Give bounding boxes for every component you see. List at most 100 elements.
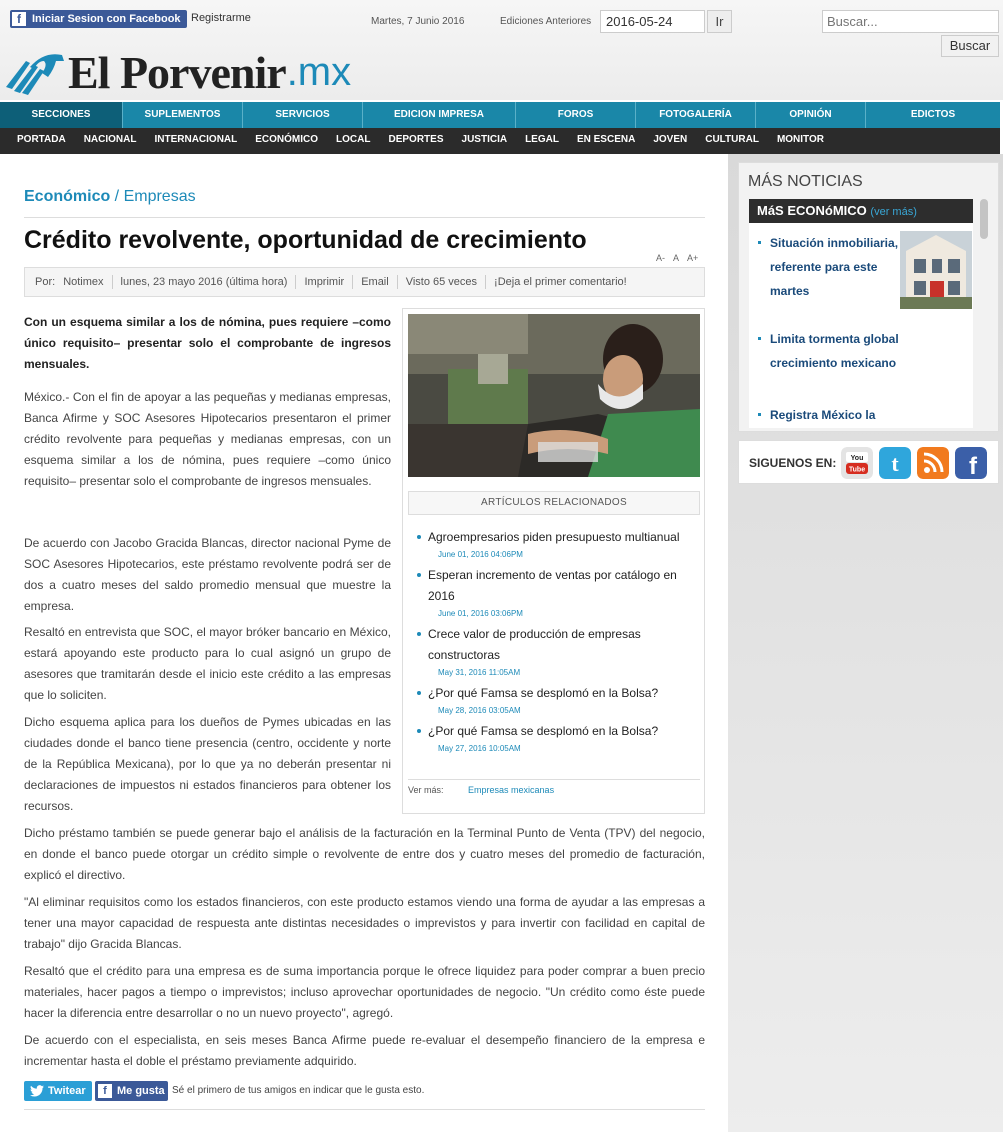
news-title[interactable]: Situación inmobiliaria, referente para e… — [758, 231, 903, 303]
nav-cultural[interactable]: CULTURAL — [696, 128, 768, 154]
nav-opinion[interactable]: OPINIÓN — [756, 102, 866, 128]
more-news-title: MÁS NOTICIAS — [748, 173, 863, 190]
news-title[interactable]: Registra México la — [758, 403, 903, 427]
font-reset-button[interactable]: A — [673, 253, 679, 263]
follow-label: SIGUENOS EN: — [749, 456, 837, 470]
news-title[interactable]: Limita tormenta global crecimiento mexic… — [758, 327, 903, 375]
edition-date-input[interactable] — [600, 10, 705, 33]
breadcrumb-subsection[interactable]: Empresas — [124, 188, 196, 205]
twitter-icon[interactable]: t — [879, 447, 911, 479]
font-size-tools: A- A A+ — [656, 253, 698, 263]
nav-foros[interactable]: FOROS — [516, 102, 636, 128]
scrollbar-thumb[interactable] — [980, 199, 988, 239]
author-name: Notimex — [63, 276, 104, 288]
facebook-icon: f — [98, 1084, 112, 1098]
nav-edictos[interactable]: EDICTOS — [866, 102, 1000, 128]
site-logo[interactable]: El Porvenir .mx — [4, 46, 351, 98]
bullet — [758, 337, 761, 340]
related-article-item[interactable]: Esperan incremento de ventas por catálog… — [413, 565, 698, 618]
see-more-link[interactable]: Empresas mexicanas — [468, 785, 554, 795]
related-article-title[interactable]: Crece valor de producción de empresas co… — [428, 624, 698, 666]
news-item[interactable]: Limita tormenta global crecimiento mexic… — [758, 327, 903, 375]
follow-us-widget: SIGUENOS EN: You Tube t f — [738, 440, 999, 484]
breadcrumb-section[interactable]: Económico — [24, 188, 110, 205]
related-article-date: June 01, 2016 03:06PM — [438, 609, 523, 618]
font-increase-button[interactable]: A+ — [687, 253, 698, 263]
youtube-icon[interactable]: You Tube — [841, 447, 873, 479]
article-paragraph: Dicho préstamo también se puede generar … — [24, 826, 705, 882]
related-article-item[interactable]: Agroempresarios piden presupuesto multia… — [413, 527, 698, 559]
article-photo[interactable] — [408, 314, 700, 477]
print-link[interactable]: Imprimir — [304, 276, 344, 288]
nav-economico[interactable]: ECONÓMICO — [246, 128, 327, 154]
facebook-like-button[interactable]: f Me gusta — [95, 1081, 168, 1101]
email-link[interactable]: Email — [361, 276, 389, 288]
breadcrumb: Económico / Empresas — [24, 188, 196, 206]
site-header: f Iniciar Sesion con Facebook Registrarm… — [0, 0, 1003, 100]
nav-deportes[interactable]: DEPORTES — [380, 128, 453, 154]
nav-fotogaleria[interactable]: FOTOGALERÍA — [636, 102, 756, 128]
divider — [24, 217, 705, 218]
divider — [24, 1109, 705, 1110]
article-lead: Con un esquema similar a los de nómina, … — [24, 315, 391, 371]
news-item[interactable]: Situación inmobiliaria, referente para e… — [758, 231, 903, 303]
tweet-button[interactable]: Twitear — [24, 1081, 92, 1101]
related-article-item[interactable]: ¿Por qué Famsa se desplomó en la Bolsa? … — [413, 683, 698, 715]
related-article-date: June 01, 2016 04:06PM — [438, 550, 523, 559]
view-count: Visto 65 veces — [405, 276, 478, 288]
nav-en-escena[interactable]: EN ESCENA — [568, 128, 644, 154]
news-thumbnail[interactable] — [900, 231, 972, 309]
article-paragraph: Resaltó que el crédito para una empresa … — [24, 964, 705, 1020]
comment-link[interactable]: ¡Deja el primer comentario! — [494, 276, 627, 288]
nav-edicion-impresa[interactable]: EDICION IMPRESA — [363, 102, 516, 128]
search-button[interactable]: Buscar — [941, 35, 999, 57]
related-articles-box: ARTÍCULOS RELACIONADOS Agroempresarios p… — [402, 308, 705, 814]
go-button[interactable]: Ir — [707, 10, 732, 33]
nav-secciones[interactable]: SECCIONES — [0, 102, 123, 128]
nav-nacional[interactable]: NACIONAL — [75, 128, 146, 154]
article-paragraph: De acuerdo con Jacobo Gracida Blancas, d… — [24, 536, 391, 613]
section-header: MáS ECONóMICO (ver más) — [749, 199, 973, 223]
article-meta-bar: Por: Notimex lunes, 23 mayo 2016 (última… — [24, 267, 705, 297]
related-article-title[interactable]: ¿Por qué Famsa se desplomó en la Bolsa? — [428, 721, 698, 742]
divider — [295, 275, 297, 289]
related-articles-list: Agroempresarios piden presupuesto multia… — [413, 527, 698, 759]
like-label: Me gusta — [117, 1085, 165, 1097]
related-article-item[interactable]: Crece valor de producción de empresas co… — [413, 624, 698, 677]
like-social-text: Sé el primero de tus amigos en indicar q… — [172, 1085, 425, 1096]
svg-text:Tube: Tube — [849, 467, 865, 474]
nav-legal[interactable]: LEGAL — [516, 128, 568, 154]
bullet — [758, 241, 761, 244]
news-item[interactable]: Registra México la — [758, 403, 903, 427]
author-label: Por: — [35, 276, 56, 288]
related-article-title[interactable]: ¿Por qué Famsa se desplomó en la Bolsa? — [428, 683, 698, 704]
logo-name: El Porvenir — [68, 46, 287, 98]
search-input[interactable] — [822, 10, 999, 33]
divider — [396, 275, 398, 289]
nav-local[interactable]: LOCAL — [327, 128, 379, 154]
nav-portada[interactable]: PORTADA — [8, 128, 75, 154]
rss-icon[interactable] — [917, 447, 949, 479]
nav-monitor[interactable]: MONITOR — [768, 128, 833, 154]
tweet-label: Twitear — [48, 1085, 86, 1097]
related-article-item[interactable]: ¿Por qué Famsa se desplomó en la Bolsa? … — [413, 721, 698, 753]
more-news-widget: MÁS NOTICIAS MáS ECONóMICO (ver más) Sit… — [738, 162, 999, 432]
svg-text:t: t — [891, 451, 899, 476]
related-article-title[interactable]: Agroempresarios piden presupuesto multia… — [428, 527, 698, 548]
font-decrease-button[interactable]: A- — [656, 253, 665, 263]
see-more-link[interactable]: (ver más) — [870, 206, 916, 218]
facebook-login-button[interactable]: f Iniciar Sesion con Facebook — [10, 10, 187, 28]
bullet — [758, 413, 761, 416]
previous-editions-label: Ediciones Anteriores — [500, 16, 592, 27]
nav-internacional[interactable]: INTERNACIONAL — [145, 128, 246, 154]
nav-joven[interactable]: JOVEN — [644, 128, 696, 154]
register-link[interactable]: Registrarme — [191, 12, 251, 24]
nav-servicios[interactable]: SERVICIOS — [243, 102, 363, 128]
nav-suplementos[interactable]: SUPLEMENTOS — [123, 102, 243, 128]
related-article-title[interactable]: Esperan incremento de ventas por catálog… — [428, 565, 698, 607]
nav-justicia[interactable]: JUSTICIA — [453, 128, 517, 154]
facebook-icon[interactable]: f — [955, 447, 987, 479]
secondary-nav: PORTADA NACIONAL INTERNACIONAL ECONÓMICO… — [0, 128, 1000, 154]
scrollbar[interactable] — [978, 199, 990, 428]
logo-horse-icon — [6, 54, 64, 95]
